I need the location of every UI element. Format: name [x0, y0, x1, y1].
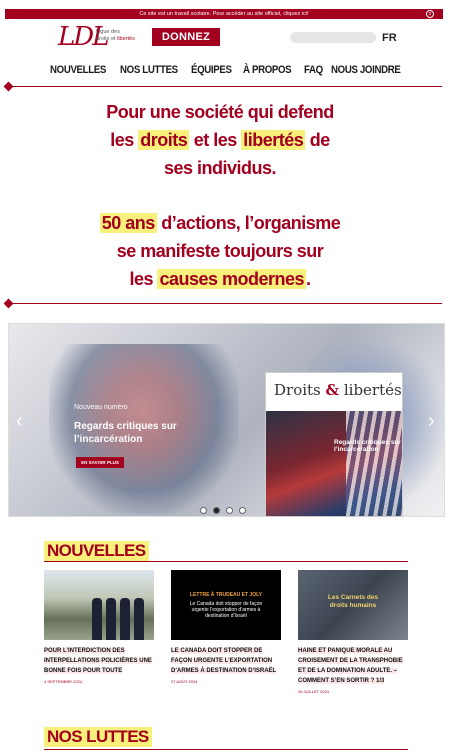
news-date: 4 SEPTEMBRE 2024 — [44, 679, 83, 684]
divider — [44, 561, 408, 562]
main-nav: NOUVELLES NOS LUTTES ÉQUIPES À PROPOS FA… — [50, 64, 410, 76]
struggles-heading: NOS LUTTES — [44, 727, 152, 747]
divider — [3, 298, 442, 309]
cover-art — [346, 411, 402, 516]
hero-line: les droits et les libertés de — [110, 130, 330, 150]
site-logo[interactable]: LDL Ligue des droits et libertés — [58, 22, 148, 52]
magazine-title: Droits & libertés — [274, 381, 402, 399]
news-thumbnail[interactable]: Les Carnets des droits humains — [298, 570, 408, 640]
carousel-dot[interactable] — [200, 507, 207, 514]
hero-line: ses individus. — [163, 158, 277, 178]
hero-line: se manifeste toujours sur — [116, 241, 324, 261]
logo-line2a: droits et — [96, 36, 116, 42]
news-title[interactable]: LE CANADA DOIT STOPPER DE FAÇON URGENTE … — [171, 646, 281, 676]
diamond-icon — [3, 298, 14, 309]
search-input[interactable] — [290, 32, 376, 43]
carousel-next-icon[interactable]: › — [428, 410, 435, 433]
carousel-dot-active[interactable] — [213, 507, 220, 514]
learn-more-button[interactable]: EN SAVOIR PLUS — [76, 457, 124, 468]
hero-line: Pour une société qui defend — [106, 102, 334, 122]
language-toggle[interactable]: FR — [382, 32, 397, 44]
hero-statement-2: 50 ans d’actions, l’organisme se manifes… — [60, 209, 380, 293]
carousel-dot[interactable] — [226, 507, 233, 514]
divider — [3, 81, 442, 92]
news-date: 29 JUILLET 2024 — [298, 689, 330, 694]
news-heading: NOUVELLES — [44, 541, 149, 561]
nav-item-teams[interactable]: ÉQUIPES — [191, 64, 232, 76]
logo-line1: Ligue des — [96, 29, 120, 35]
news-card[interactable]: Les Carnets des droits humains HAINE ET … — [298, 570, 408, 694]
nav-item-about[interactable]: À PROPOS — [243, 64, 292, 76]
magazine-cover[interactable]: Droits & libertés Regards critiques sur … — [265, 372, 403, 517]
divider — [44, 749, 408, 750]
close-icon[interactable]: x — [426, 10, 434, 18]
notice-banner[interactable]: Ce site est un travail scolaire. Pour ac… — [5, 9, 443, 19]
logo-text: Ligue des droits et libertés — [96, 29, 135, 43]
news-date: 27 AOÛT 2024 — [171, 679, 198, 684]
carousel-indicators — [200, 507, 246, 514]
magazine-caption: Regards critiques sur l’incarcération — [334, 439, 401, 453]
news-card[interactable]: LETTRE À TRUDEAU ET JOLY Le Canada doit … — [171, 570, 281, 684]
notice-text[interactable]: Ce site est un travail scolaire. Pour ac… — [139, 11, 308, 17]
hero-line: 50 ans d’actions, l’organisme — [99, 213, 341, 233]
nav-item-contact[interactable]: NOUS JOINDRE — [331, 64, 401, 76]
nav-item-news[interactable]: NOUVELLES — [50, 64, 106, 76]
nav-item-struggles[interactable]: NOS LUTTES — [120, 64, 178, 76]
news-title[interactable]: HAINE ET PANIQUE MORALE AU CROISEMENT DE… — [298, 646, 408, 686]
nav-item-faq[interactable]: FAQ — [304, 64, 323, 76]
logo-line2b: libertés — [117, 36, 135, 42]
hero-statement-1: Pour une société qui defend les droits e… — [60, 98, 380, 182]
news-thumbnail[interactable] — [44, 570, 154, 640]
diamond-icon — [3, 81, 14, 92]
news-title[interactable]: POUR L’INTERDICTION DES INTERPELLATIONS … — [44, 646, 154, 676]
news-thumbnail[interactable]: LETTRE À TRUDEAU ET JOLY Le Canada doit … — [171, 570, 281, 640]
carousel-prev-icon[interactable]: ‹ — [16, 410, 23, 433]
news-card[interactable]: POUR L’INTERDICTION DES INTERPELLATIONS … — [44, 570, 154, 684]
donate-button[interactable]: DONNEZ — [152, 28, 220, 46]
slide-eyebrow: Nouveau numéro — [74, 404, 128, 411]
carousel-dot[interactable] — [239, 507, 246, 514]
hero-line: les causes modernes. — [129, 269, 311, 289]
slide-title: Regards critiques sur l’incarcération — [74, 421, 177, 445]
